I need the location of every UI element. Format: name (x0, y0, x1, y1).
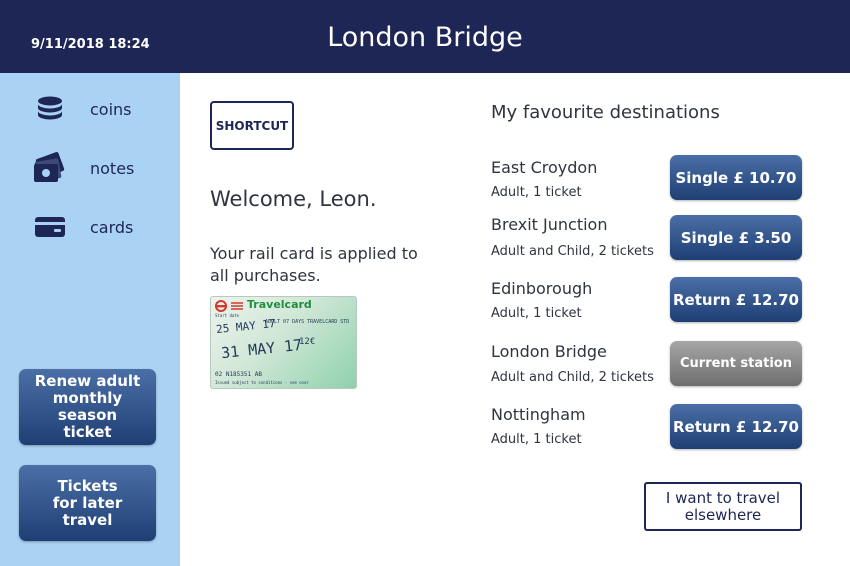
renew-season-ticket-button[interactable]: Renew adult monthly season ticket (19, 369, 156, 445)
fare-button-brexit-junction[interactable]: Single £ 3.50 (670, 215, 802, 260)
destination-passengers: Adult, 1 ticket (491, 432, 582, 447)
banknotes-icon (32, 150, 68, 186)
payment-method-label: notes (90, 158, 135, 178)
travel-elsewhere-button[interactable]: I want to travel elsewhere (644, 482, 802, 531)
favourites-heading: My favourite destinations (491, 102, 720, 123)
destination-passengers: Adult and Child, 2 tickets (491, 244, 654, 259)
destination-name: Nottingham (491, 405, 586, 424)
travelcard-expiry: 31 MAY 17 (220, 335, 303, 363)
travelcard-footer: Issued subject to conditions - see over (215, 380, 309, 385)
travelcard-start-label: Start date (215, 313, 240, 318)
fare-button-east-croydon[interactable]: Single £ 10.70 (670, 155, 802, 200)
welcome-message: Welcome, Leon. (210, 187, 377, 211)
destination-name: London Bridge (491, 342, 607, 361)
header-bar: 9/11/2018 18:24 London Bridge (0, 0, 850, 73)
travelcard-type: ADULT 07 DAYS TRAVELCARD STD (265, 319, 350, 325)
national-rail-logo-icon (215, 300, 243, 312)
travelcard-price: 12€ (299, 337, 316, 347)
payment-method-coins[interactable]: coins (32, 91, 172, 127)
coins-icon (32, 91, 68, 127)
travelcard-image: Travelcard Start date 25 MAY 17 ADULT 07… (210, 296, 357, 389)
tickets-later-travel-button[interactable]: Tickets for later travel (19, 465, 156, 541)
railcard-note: Your rail card is applied to all purchas… (210, 244, 418, 285)
payment-method-label: coins (90, 99, 132, 119)
sidebar: coins notes cards Renew adult monthly se… (0, 73, 180, 566)
current-station-button: Current station (670, 341, 802, 386)
payment-method-label: cards (90, 217, 134, 237)
fare-button-nottingham[interactable]: Return £ 12.70 (670, 404, 802, 449)
travelcard-number: 02 N185351 AB (215, 371, 262, 378)
fare-button-edinborough[interactable]: Return £ 12.70 (670, 277, 802, 322)
destination-name: East Croydon (491, 158, 598, 177)
destination-passengers: Adult, 1 ticket (491, 185, 582, 200)
payment-method-cards[interactable]: cards (32, 209, 172, 245)
destination-name: Edinborough (491, 279, 593, 298)
destination-passengers: Adult and Child, 2 tickets (491, 370, 654, 385)
destination-passengers: Adult, 1 ticket (491, 306, 582, 321)
shortcut-logo: SHORTCUT (210, 101, 294, 150)
credit-card-icon (32, 209, 68, 245)
payment-method-notes[interactable]: notes (32, 150, 172, 186)
page-title: London Bridge (327, 22, 523, 53)
travelcard-brand: Travelcard (247, 298, 312, 311)
destination-name: Brexit Junction (491, 215, 608, 234)
